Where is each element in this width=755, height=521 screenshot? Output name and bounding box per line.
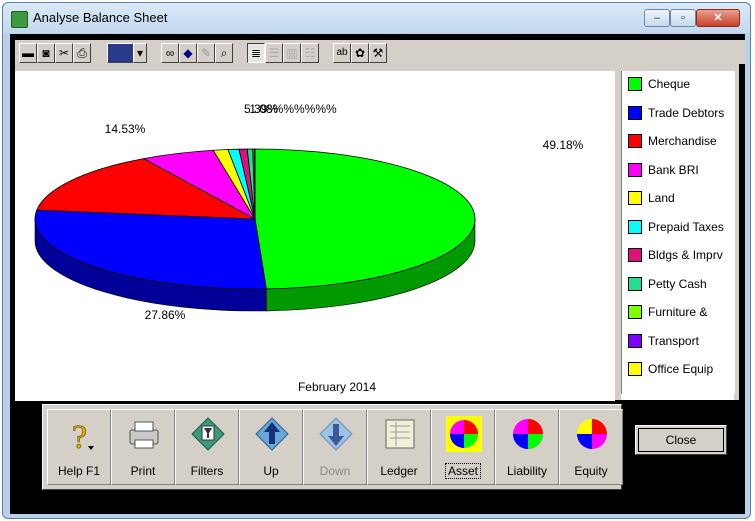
print-button[interactable]: Print <box>111 409 175 485</box>
button-label: Asset <box>445 463 481 479</box>
legend-item: Transport <box>628 332 699 350</box>
window-title: Analyse Balance Sheet <box>33 10 168 25</box>
legend-label: Trade Debtors <box>648 105 725 120</box>
equity-button[interactable]: Equity <box>559 409 623 485</box>
legend-swatch <box>628 248 642 262</box>
edit-disabled-icon: ✎ <box>197 43 215 63</box>
pie-slice-label: 14.53% <box>105 122 146 136</box>
save-icon[interactable]: ▬ <box>19 43 37 63</box>
minimize-button[interactable]: – <box>644 9 670 27</box>
liability-button[interactable]: Liability <box>495 409 559 485</box>
legend-item: Bldgs & Imprv <box>628 246 723 264</box>
legend-item: Land <box>628 189 675 207</box>
legend-swatch <box>628 162 642 177</box>
legend-label: Land <box>648 191 675 205</box>
legend-label: Bank BRI <box>648 162 699 177</box>
ledger-icon <box>382 416 418 452</box>
legend-item: Petty Cash <box>628 275 707 293</box>
legend-swatch <box>628 191 642 205</box>
client-area: ▬ ◙ ✂ ⎙ ▾ ∞ ◆ ✎ ⌕ ≣ ☰ ▥ ☷ ab ✿ ⚒ 49.18% 2… <box>10 34 745 514</box>
filters-button[interactable]: Filters <box>175 409 239 485</box>
legend-label: Cheque <box>648 77 691 91</box>
legend-item: Bank BRI <box>628 161 699 179</box>
print-icon[interactable]: ⎙ <box>73 43 91 63</box>
doc-icon[interactable]: ≣ <box>247 43 265 63</box>
doc-lines-icon: ☰ <box>265 43 283 63</box>
pie-chart-area: 49.18% 27.86% 14.53% 5.39% 1.08%%%%%% Februar… <box>15 71 615 401</box>
title-bar[interactable]: Analyse Balance Sheet – ▫ ✕ <box>3 3 750 33</box>
hammer-icon[interactable]: ⚒ <box>369 43 387 63</box>
pie-slice-label: 49.18% <box>543 138 584 152</box>
chart-title: February 2014 <box>298 380 376 394</box>
asset-pie-icon <box>446 416 482 452</box>
legend-item: Merchandise <box>628 132 717 150</box>
down-button: Down <box>303 409 367 485</box>
up-arrow-icon <box>254 416 290 452</box>
ab-icon[interactable]: ab <box>333 43 351 63</box>
legend-label: Merchandise <box>648 134 717 148</box>
legend-item: Prepaid Taxes <box>628 218 724 236</box>
pie-slice-label: 1.08%%%%%% <box>249 102 337 116</box>
button-label: Equity <box>574 464 608 478</box>
button-label: Ledger <box>380 464 418 478</box>
legend-item: Trade Debtors <box>628 104 724 122</box>
button-label: Filters <box>190 464 224 478</box>
up-button[interactable]: Up <box>239 409 303 485</box>
button-label: Liability <box>506 464 548 478</box>
ledger-button[interactable]: Ledger <box>367 409 431 485</box>
pie-chart: 49.18%27.86%14.53%5.39%1.08%%%%%%Februar… <box>34 102 584 394</box>
legend-label: Transport <box>648 333 699 348</box>
legend-swatch <box>628 333 642 348</box>
printer-icon <box>126 416 162 452</box>
help-question-icon: ? <box>62 416 98 456</box>
color-box-icon[interactable] <box>107 43 133 63</box>
legend-label: Bldgs & Imprv <box>648 248 723 262</box>
button-label: Help F1 <box>57 464 101 478</box>
chart-legend: Cheque Trade Debtors Merchandise Bank BRI La… <box>621 71 735 394</box>
legend-item: Office Equip <box>628 360 713 378</box>
list-icon: ☷ <box>301 43 319 63</box>
filter-icon <box>190 416 226 452</box>
legend-swatch <box>628 276 642 291</box>
pie-slice-label: 27.86% <box>145 308 186 322</box>
svg-text:?: ? <box>72 419 87 452</box>
legend-item: Cheque <box>628 75 690 93</box>
button-bar: ? Help F1 Print Filters Up Down Ledger Asset Lia… <box>42 404 623 490</box>
legend-label: Furniture & <box>648 305 708 319</box>
binoculars-icon[interactable]: ∞ <box>161 43 179 63</box>
legend-swatch <box>628 105 642 120</box>
3d-shape-icon[interactable]: ◆ <box>179 43 197 63</box>
help-f1-button[interactable]: ? Help F1 <box>47 409 111 485</box>
palette-icon[interactable]: ✿ <box>351 43 369 63</box>
legend-swatch <box>628 77 642 91</box>
close-button[interactable]: Close <box>635 425 727 455</box>
preview-icon[interactable]: ⌕ <box>215 43 233 63</box>
legend-swatch <box>628 362 642 376</box>
button-label: Print <box>130 464 156 478</box>
legend-label: Petty Cash <box>648 276 707 291</box>
down-arrow-icon <box>318 416 354 452</box>
analyse-balance-sheet-window: Analyse Balance Sheet – ▫ ✕ ▬ ◙ ✂ ⎙ ▾ ∞ … <box>2 2 751 519</box>
legend-label: Office Equip <box>648 362 714 376</box>
chart-toolbar: ▬ ◙ ✂ ⎙ ▾ ∞ ◆ ✎ ⌕ ≣ ☰ ▥ ☷ ab ✿ ⚒ <box>15 40 745 64</box>
asset-button[interactable]: Asset <box>431 409 495 485</box>
equity-pie-icon <box>574 416 610 452</box>
legend-scroll-gap <box>621 394 734 400</box>
legend-item: Furniture & <box>628 303 707 321</box>
legend-label: Prepaid Taxes <box>648 219 724 234</box>
legend-swatch <box>628 305 642 319</box>
dropdown-arrow-icon[interactable]: ▾ <box>133 43 147 63</box>
columns-icon: ▥ <box>283 43 301 63</box>
close-window-button[interactable]: ✕ <box>696 9 740 27</box>
button-label: Down <box>319 464 351 478</box>
cut-icon[interactable]: ✂ <box>55 43 73 63</box>
legend-swatch <box>628 134 642 148</box>
button-label: Up <box>263 464 279 478</box>
liability-pie-icon <box>510 416 546 452</box>
legend-swatch <box>628 219 642 234</box>
app-icon <box>11 11 28 28</box>
camera-icon[interactable]: ◙ <box>37 43 55 63</box>
maximize-button[interactable]: ▫ <box>670 9 696 27</box>
